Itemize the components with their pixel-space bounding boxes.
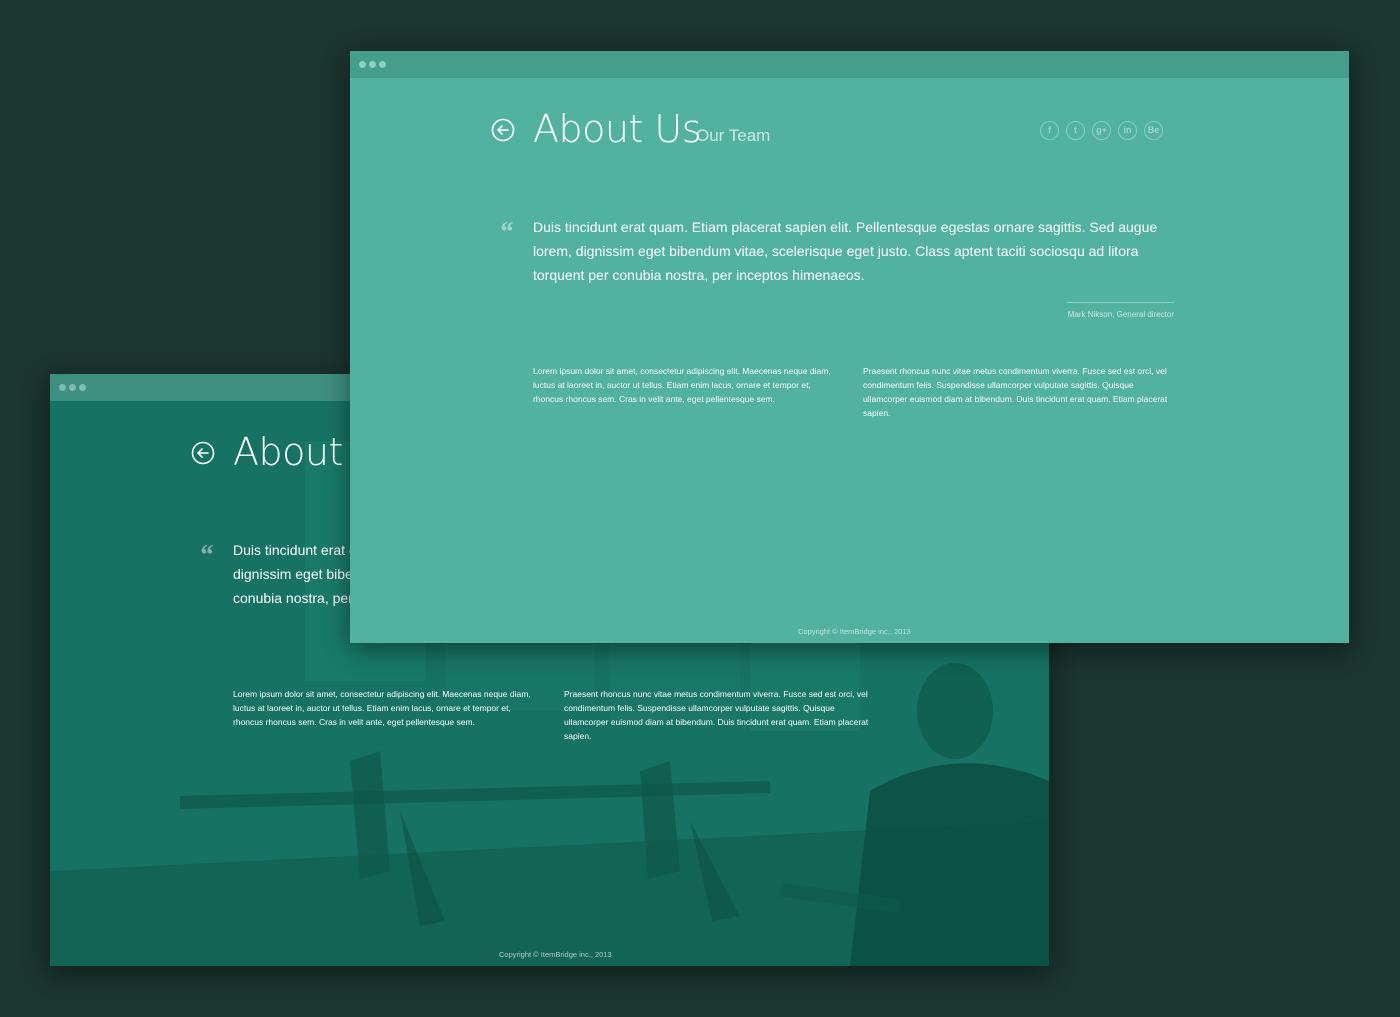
page-subtitle: Our Team	[696, 126, 771, 145]
text-column-right: Praesent rhoncus nunc vitae metus condim…	[564, 689, 869, 741]
copyright: Copyright © ItemBridge inc., 2013	[499, 950, 612, 959]
linkedin-icon[interactable]: in	[1118, 121, 1137, 140]
window-control-dot[interactable]	[59, 384, 66, 391]
window-control-dot[interactable]	[79, 384, 86, 391]
window-control-dot[interactable]	[379, 61, 386, 68]
quote-mark: “	[199, 540, 213, 571]
quote-text: Duis tincidunt erat quam. Etiam placerat…	[533, 219, 1158, 283]
page-title: About Us	[533, 107, 702, 151]
author-divider	[1067, 302, 1174, 303]
google-plus-icon[interactable]: g+	[1092, 121, 1111, 140]
text-column-left: Lorem ipsum dolor sit amet, consectetur …	[233, 689, 531, 727]
behance-icon[interactable]: Be	[1144, 121, 1163, 140]
text-column-right: Praesent rhoncus nunc vitae metus condim…	[863, 366, 1168, 418]
window-control-dot[interactable]	[69, 384, 76, 391]
text-column-left: Lorem ipsum dolor sit amet, consectetur …	[533, 366, 831, 404]
back-arrow-icon[interactable]	[190, 440, 216, 466]
facebook-icon[interactable]: f	[1040, 121, 1059, 140]
front-browser-window: About Us Our Team f t g+ in Be “ Duis ti…	[350, 51, 1349, 643]
quote-text: Duis tincidunt erat c dignissim eget bib…	[233, 542, 356, 606]
quote-mark: “	[499, 217, 513, 248]
back-arrow-icon[interactable]	[490, 117, 516, 143]
window-control-dot[interactable]	[359, 61, 366, 68]
social-links: f t g+ in Be	[1040, 121, 1163, 140]
quote-author: Mark Nikson, General director	[1067, 310, 1174, 319]
window-control-dot[interactable]	[369, 61, 376, 68]
front-window-titlebar	[350, 51, 1349, 78]
twitter-icon[interactable]: t	[1066, 121, 1085, 140]
copyright: Copyright © ItemBridge inc., 2013	[798, 627, 911, 636]
